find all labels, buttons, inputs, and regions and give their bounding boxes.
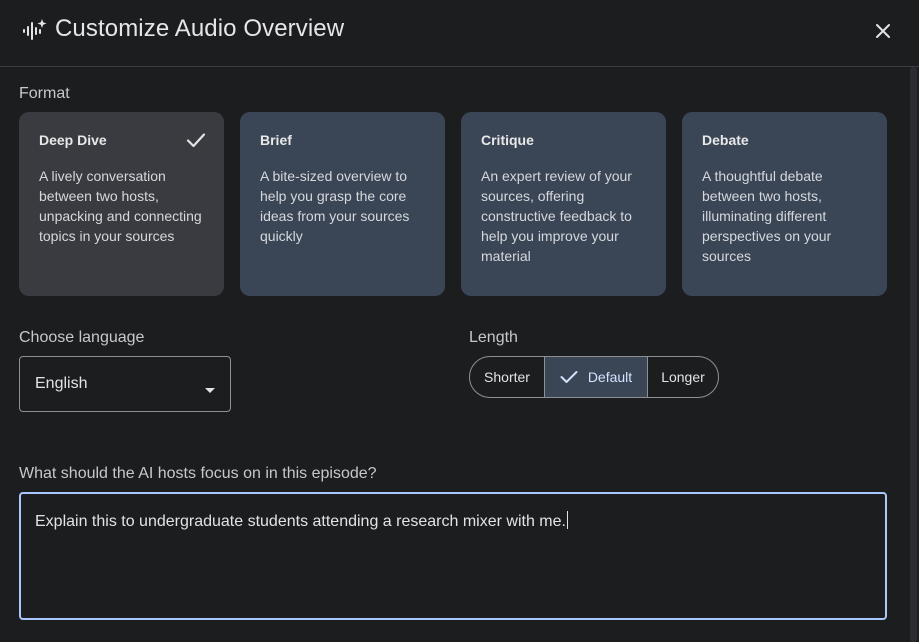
- length-option-default[interactable]: Default: [544, 357, 647, 397]
- length-segmented-control: Shorter Default Longer: [469, 356, 719, 398]
- scrollbar[interactable]: [908, 67, 919, 642]
- format-card-brief[interactable]: Brief A bite-sized overview to help you …: [240, 112, 445, 296]
- format-card-debate[interactable]: Debate A thoughtful debate between two h…: [682, 112, 887, 296]
- customize-audio-dialog: Customize Audio Overview Format Deep Div…: [0, 0, 919, 642]
- card-description: A thoughtful debate between two hosts, i…: [702, 168, 832, 264]
- scrollbar-thumb[interactable]: [910, 67, 917, 642]
- length-option-shorter[interactable]: Shorter: [470, 357, 544, 397]
- close-icon: [876, 24, 890, 38]
- format-card-deep-dive[interactable]: Deep Dive A lively conversation between …: [19, 112, 224, 296]
- language-label: Choose language: [19, 329, 145, 346]
- text-cursor: [566, 511, 568, 529]
- card-description: An expert review of your sources, offeri…: [481, 168, 632, 264]
- language-select[interactable]: English: [19, 356, 231, 412]
- card-title: Debate: [702, 132, 749, 148]
- card-description: A bite-sized overview to help you grasp …: [260, 168, 410, 244]
- card-title: Deep Dive: [39, 132, 107, 148]
- card-description: A lively conversation between two hosts,…: [39, 168, 202, 244]
- dialog-title: Customize Audio Overview: [55, 15, 345, 42]
- length-label: Length: [469, 329, 518, 346]
- focus-text: Explain this to undergraduate students a…: [35, 513, 566, 530]
- dialog-header: Customize Audio Overview: [0, 0, 919, 67]
- check-icon: [560, 371, 578, 383]
- audio-sparkle-icon: [22, 19, 48, 43]
- close-button[interactable]: [870, 18, 896, 44]
- focus-label: What should the AI hosts focus on in thi…: [19, 465, 377, 482]
- length-option-longer[interactable]: Longer: [647, 357, 718, 397]
- option-label: Longer: [661, 369, 705, 385]
- check-icon: [186, 131, 206, 149]
- card-title: Brief: [260, 132, 292, 148]
- option-label: Default: [587, 369, 633, 385]
- dropdown-arrow-icon: [205, 381, 215, 399]
- language-value: English: [35, 375, 88, 392]
- focus-text-wrapper: Explain this to undergraduate students a…: [35, 511, 568, 531]
- format-card-critique[interactable]: Critique An expert review of your source…: [461, 112, 666, 296]
- format-label: Format: [19, 85, 70, 102]
- card-title: Critique: [481, 132, 534, 148]
- option-label: Shorter: [484, 369, 530, 385]
- focus-textarea[interactable]: Explain this to undergraduate students a…: [19, 492, 887, 620]
